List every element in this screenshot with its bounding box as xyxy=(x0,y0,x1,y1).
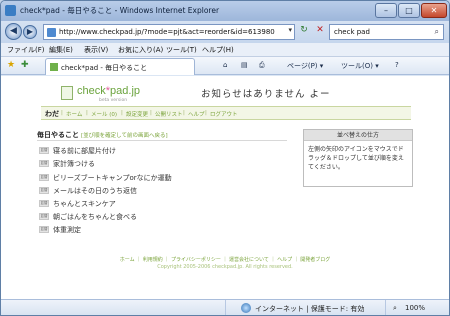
sort-help-body: 左側の矢印のアイコンをマウスでドラッグ＆ドロップして並び順を変えてください。 xyxy=(308,146,404,171)
address-url[interactable]: http://www.checkpad.jp/?mode=pjt&act=reo… xyxy=(59,28,275,36)
confirm-reorder-link[interactable]: [並び順を確定して前の画面へ戻る] xyxy=(81,131,168,139)
menu-help[interactable]: ヘルプ(H) xyxy=(202,45,234,55)
menu-bar: ファイル(F) 編集(E) 表示(V) お気に入り(A) ツール(T) ヘルプ(… xyxy=(1,43,449,57)
logo-tail: pad.jp xyxy=(110,85,141,97)
tab-title[interactable]: check*pad - 毎日やること xyxy=(61,63,147,73)
stop-icon[interactable]: ✕ xyxy=(313,25,327,39)
username: わだ xyxy=(45,110,59,118)
page-content: check*pad.jp beta version お知らせはありません よー … xyxy=(1,76,449,299)
feeds-icon[interactable]: ▤ xyxy=(241,61,248,69)
notice-text: お知らせはありません よー xyxy=(201,89,331,100)
nav-link-logout[interactable]: ログアウト xyxy=(210,110,238,118)
nav-link-home[interactable]: ホーム xyxy=(66,110,82,118)
zoom-icon[interactable]: ⌕ xyxy=(393,304,397,313)
address-bar[interactable]: http://www.checkpad.jp/?mode=pjt&act=reo… xyxy=(43,24,295,40)
maximize-button[interactable]: □ xyxy=(398,3,420,18)
add-favorite-icon[interactable]: ✚ xyxy=(21,60,29,70)
page-icon xyxy=(47,28,56,37)
checkpad-logo-icon xyxy=(61,86,73,100)
internet-zone-icon xyxy=(241,303,251,313)
site-logo[interactable]: check*pad.jp xyxy=(77,85,140,97)
page-menu-button[interactable]: ページ(P) ▾ xyxy=(287,61,323,71)
tab-favicon-icon xyxy=(50,63,58,71)
drag-handle-icon[interactable]: 並替 xyxy=(39,213,49,220)
drag-handle-icon[interactable]: 並替 xyxy=(39,226,49,233)
sort-help-box: 並べ替えの仕方 左側の矢印のアイコンをマウスでドラッグ＆ドロップして並び順を変え… xyxy=(303,129,413,187)
task-text: 体重測定 xyxy=(53,226,81,234)
menu-favorites[interactable]: お気に入り(A) xyxy=(118,45,163,55)
list-title: 毎日やること xyxy=(37,131,79,139)
menu-file[interactable]: ファイル(F) xyxy=(7,45,45,55)
home-icon[interactable]: ⌂ xyxy=(223,61,227,69)
task-text: メールはその日のうち返信 xyxy=(53,187,137,195)
divider xyxy=(37,140,287,141)
tools-menu-button[interactable]: ツール(O) ▾ xyxy=(341,61,379,71)
back-button[interactable]: ◀ xyxy=(5,23,22,40)
drag-handle-icon[interactable]: 並替 xyxy=(39,174,49,181)
minimize-button[interactable]: – xyxy=(375,3,397,18)
navigation-bar: ◀ ▶ http://www.checkpad.jp/?mode=pjt&act… xyxy=(1,21,449,43)
help-icon[interactable]: ? xyxy=(395,61,399,69)
logo-text: check xyxy=(77,85,106,97)
search-input[interactable]: check pad xyxy=(334,28,370,36)
address-dropdown-icon[interactable]: ▾ xyxy=(288,26,292,34)
status-bar: インターネット | 保護モード: 有効 ⌕ 100% xyxy=(1,299,449,315)
browser-window: check*pad - 毎日やること - Windows Internet Ex… xyxy=(0,0,450,316)
footer-copyright: Copyright 2005-2006 checkpad.jp. All rig… xyxy=(157,264,293,270)
footer-links[interactable]: ホーム ｜ 利用規約 ｜ プライバシーポリシー ｜ 運営会社について ｜ ヘルプ… xyxy=(1,256,449,263)
forward-button[interactable]: ▶ xyxy=(23,25,37,39)
search-box[interactable]: check pad ⌕ xyxy=(329,24,444,40)
print-icon[interactable]: ⎙ xyxy=(259,61,265,70)
drag-handle-icon[interactable]: 並替 xyxy=(39,160,49,167)
task-text: ちゃんとスキンケア xyxy=(53,200,116,208)
drag-handle-icon[interactable]: 並替 xyxy=(39,187,49,194)
title-bar: check*pad - 毎日やること - Windows Internet Ex… xyxy=(1,1,449,21)
browser-tab[interactable]: check*pad - 毎日やること xyxy=(45,58,195,75)
task-text: 朝ごはんをちゃんと食べる xyxy=(53,213,137,221)
menu-tools[interactable]: ツール(T) xyxy=(166,45,197,55)
task-text: ビリーズブートキャンプorなにか運動 xyxy=(53,174,172,182)
sort-help-title: 並べ替えの仕方 xyxy=(304,130,412,141)
close-button[interactable]: ✕ xyxy=(421,3,447,18)
task-text: 家計簿つける xyxy=(53,160,95,168)
user-nav-bar: わだ | ホーム | メール (0) | 設定変更 | 公開リスト | ヘルプ … xyxy=(41,106,411,120)
window-title: check*pad - 毎日やること - Windows Internet Ex… xyxy=(20,6,220,15)
menu-view[interactable]: 表示(V) xyxy=(84,45,108,55)
ie-app-icon xyxy=(5,5,16,16)
drag-handle-icon[interactable]: 並替 xyxy=(39,200,49,207)
task-text: 寝る前に部屋片付け xyxy=(53,147,116,155)
nav-link-settings[interactable]: 設定変更 xyxy=(126,110,148,118)
nav-link-help[interactable]: ヘルプ xyxy=(188,110,205,118)
refresh-icon[interactable]: ↻ xyxy=(297,25,311,39)
command-bar: ★ ✚ check*pad - 毎日やること ⌂ ▤ ⎙ ページ(P) ▾ ツー… xyxy=(1,57,449,75)
menu-edit[interactable]: 編集(E) xyxy=(49,45,73,55)
search-icon[interactable]: ⌕ xyxy=(435,27,439,37)
zoom-level[interactable]: 100% xyxy=(405,304,425,312)
security-zone-text: インターネット | 保護モード: 有効 xyxy=(255,305,365,313)
nav-link-mail[interactable]: メール (0) xyxy=(91,110,117,118)
nav-link-public-list[interactable]: 公開リスト xyxy=(155,110,183,118)
drag-handle-icon[interactable]: 並替 xyxy=(39,147,49,154)
logo-subtitle: beta version xyxy=(99,98,128,103)
favorites-star-icon[interactable]: ★ xyxy=(7,60,15,70)
